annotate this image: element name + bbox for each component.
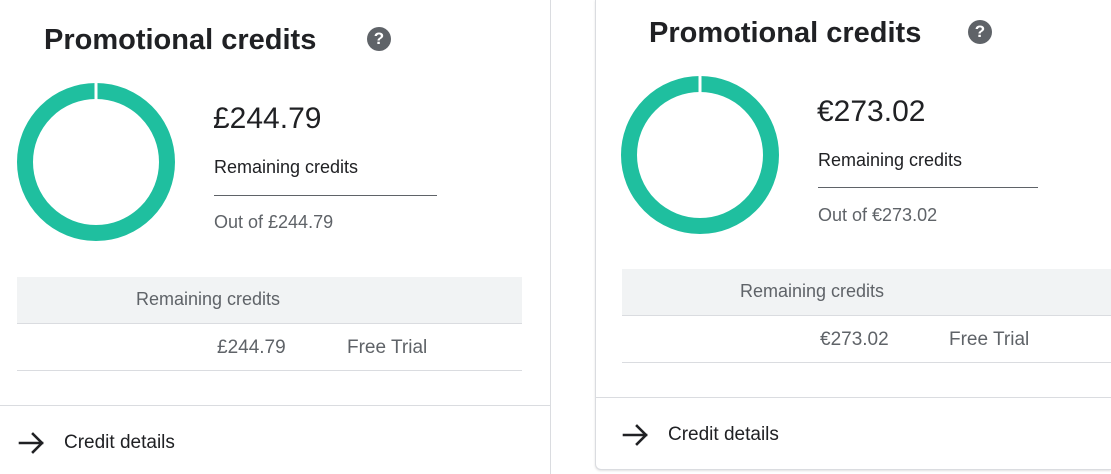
- table-row: €273.02 Free Trial: [622, 316, 1111, 363]
- help-circle-icon[interactable]: ?: [968, 20, 992, 44]
- column-header-remaining: Remaining credits: [740, 281, 885, 301]
- credits-donut-chart: [621, 75, 779, 234]
- row-amount: £244.79: [217, 337, 286, 358]
- remaining-credits-label: Remaining credits: [818, 150, 963, 170]
- credits-table-header: Remaining credits: [622, 269, 1111, 316]
- remaining-amount: €273.02: [817, 95, 926, 128]
- help-circle-icon[interactable]: ?: [367, 27, 391, 51]
- arrow-right-icon: [622, 424, 648, 446]
- credit-details-label: Credit details: [668, 424, 779, 445]
- arrow-right-icon: [18, 432, 44, 454]
- row-credit-type: Free Trial: [347, 337, 428, 358]
- row-credit-type: Free Trial: [949, 329, 1030, 350]
- promotional-credits-card: Promotional credits ? £244.79 Remaining …: [0, 0, 551, 474]
- donut-remaining-arc: [621, 76, 779, 234]
- remaining-credits-label: Remaining credits: [214, 157, 359, 177]
- footer-divider: [596, 397, 1111, 398]
- footer-divider: [0, 405, 550, 406]
- remaining-amount: £244.79: [213, 102, 322, 135]
- card-title: Promotional credits: [649, 17, 922, 49]
- divider: [818, 187, 1038, 188]
- divider: [214, 195, 437, 196]
- card-title: Promotional credits: [44, 24, 317, 56]
- credits-donut-chart: [17, 82, 175, 241]
- column-header-remaining: Remaining credits: [136, 289, 281, 309]
- total-credits-text: Out of £244.79: [214, 212, 334, 232]
- credit-details-link[interactable]: Credit details: [622, 423, 779, 447]
- credits-table-header: Remaining credits: [17, 277, 522, 324]
- row-amount: €273.02: [820, 329, 889, 350]
- promotional-credits-card: Promotional credits ? €273.02 Remaining …: [595, 0, 1111, 470]
- donut-remaining-arc: [17, 83, 175, 241]
- credit-details-link[interactable]: Credit details: [18, 431, 175, 455]
- credit-details-label: Credit details: [64, 432, 175, 453]
- total-credits-text: Out of €273.02: [818, 205, 938, 225]
- table-row: £244.79 Free Trial: [17, 324, 522, 371]
